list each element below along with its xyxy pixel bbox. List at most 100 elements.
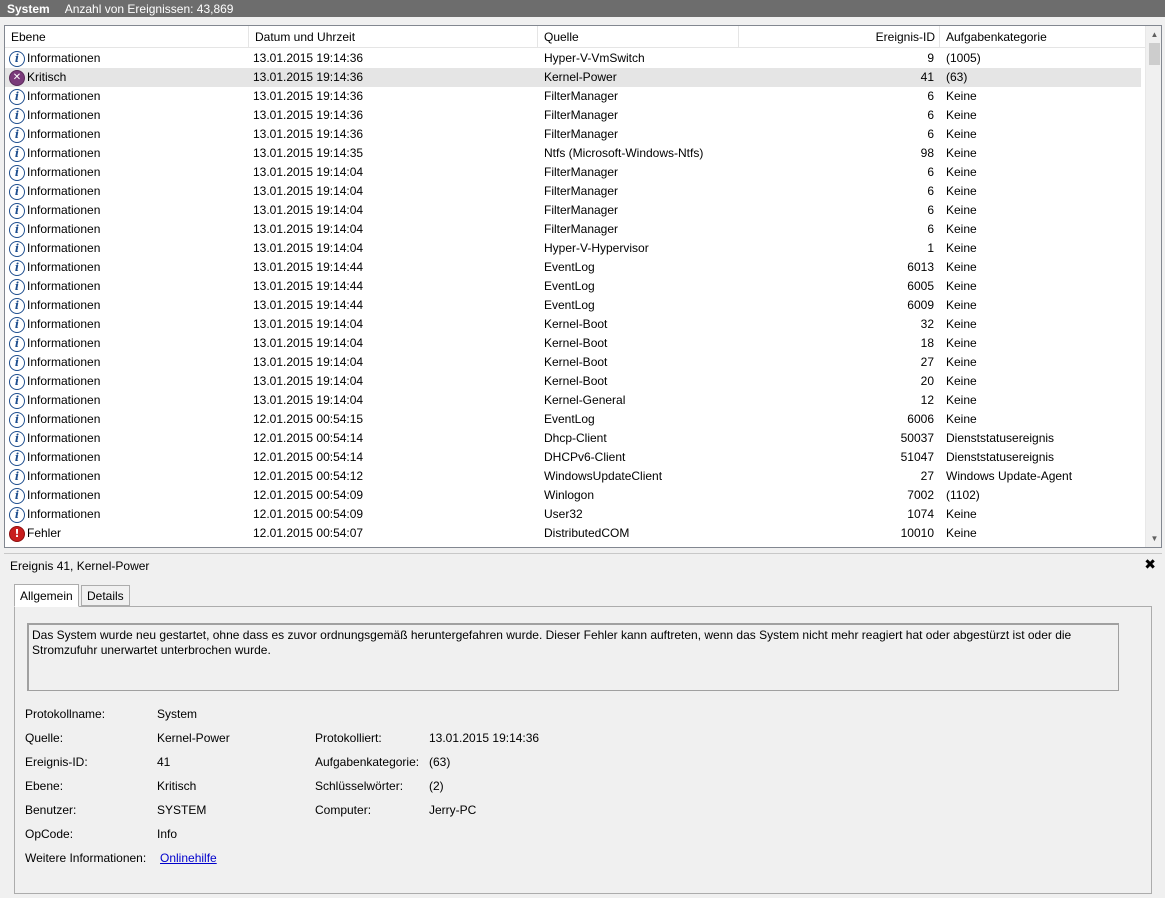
event-id-cell: 6 [927,89,934,103]
column-header-datetime[interactable]: Datum und Uhrzeit [249,26,538,48]
level-cell: i Informationen [9,467,249,486]
column-header-level[interactable]: Ebene [5,26,249,48]
event-id-cell: 6006 [907,412,934,426]
source-cell: EventLog [544,298,595,312]
level-cell: i Informationen [9,353,249,372]
source-cell: Kernel-Boot [544,374,608,388]
close-icon[interactable]: ✖ [1144,556,1156,573]
table-row[interactable]: i Informationen 13.01.2015 19:14:36 Hyper-V… [5,49,1141,68]
datetime-cell: 13.01.2015 19:14:04 [253,374,364,388]
table-row[interactable]: i Informationen 13.01.2015 19:14:36 FilterM… [5,87,1141,106]
keywords-value: (2) [429,779,444,793]
table-row[interactable]: i Informationen 13.01.2015 19:14:04 Hyper-V… [5,239,1141,258]
computer-value: Jerry-PC [429,803,477,817]
level-cell: i Informationen [9,163,249,182]
table-row[interactable]: i Informationen 12.01.2015 00:54:15 EventLo… [5,410,1141,429]
table-row[interactable]: i Informationen 13.01.2015 19:14:04 Kernel-… [5,391,1141,410]
level-text: Informationen [27,89,101,103]
table-row[interactable]: i Informationen 13.01.2015 19:14:35 Ntfs (M… [5,144,1141,163]
table-row[interactable]: i Informationen 12.01.2015 00:54:14 Dhcp-Cl… [5,429,1141,448]
info-icon: i [9,145,25,162]
column-header-source[interactable]: Quelle [538,26,739,48]
datetime-cell: 13.01.2015 19:14:04 [253,184,364,198]
table-row[interactable]: i Informationen 13.01.2015 19:14:36 FilterM… [5,106,1141,125]
source-cell: Kernel-Power [544,70,617,84]
source-cell: FilterManager [544,127,619,141]
level-cell: i Informationen [9,277,249,296]
source-cell: FilterManager [544,108,619,122]
table-row[interactable]: i Informationen 13.01.2015 19:14:44 EventLo… [5,296,1141,315]
table-row[interactable]: i Informationen 13.01.2015 19:14:44 EventLo… [5,258,1141,277]
table-row[interactable]: i Informationen 13.01.2015 19:14:36 FilterM… [5,125,1141,144]
event-id-cell: 6 [927,184,934,198]
scroll-up-icon[interactable]: ▲ [1146,26,1161,43]
table-row[interactable]: ✕ Kritisch 13.01.2015 19:14:36 Kernel-Power… [5,68,1141,87]
source-cell: Kernel-Boot [544,355,608,369]
level-cell: i Informationen [9,505,249,524]
table-row[interactable]: i Informationen 12.01.2015 00:54:14 DHCPv6-… [5,448,1141,467]
datetime-cell: 13.01.2015 19:14:36 [253,70,364,84]
info-icon: i [9,164,25,181]
table-row[interactable]: i Informationen 12.01.2015 00:54:12 Windows… [5,467,1141,486]
datetime-cell: 13.01.2015 19:14:36 [253,51,364,65]
info-icon: i [9,278,25,295]
level-text: Informationen [27,355,101,369]
column-header-task-category[interactable]: Aufgabenkategorie [940,26,1145,48]
source-cell: FilterManager [544,222,619,236]
source-cell: Winlogon [544,488,595,502]
vertical-scrollbar[interactable]: ▲ ▼ [1145,26,1161,547]
task-category-value: (63) [429,755,451,769]
event-list[interactable]: Ebene Datum und Uhrzeit Quelle Ereignis-… [4,25,1162,548]
level-cell: i Informationen [9,486,249,505]
scroll-down-icon[interactable]: ▼ [1146,530,1161,547]
logged-label: Protokolliert: [315,731,382,745]
scroll-thumb[interactable] [1149,43,1160,65]
event-count: Anzahl von Ereignissen: 43,869 [64,1,234,16]
task-category-cell: Keine [946,260,977,274]
level-text: Informationen [27,488,101,502]
level-text: Informationen [27,317,101,331]
table-row[interactable]: i Informationen 13.01.2015 19:14:04 Kernel-… [5,353,1141,372]
table-row[interactable]: i Informationen 13.01.2015 19:14:04 FilterM… [5,201,1141,220]
table-row[interactable]: i Informationen 13.01.2015 19:14:44 EventLo… [5,277,1141,296]
task-category-cell: Keine [946,222,977,236]
table-row[interactable]: i Informationen 12.01.2015 00:54:09 User32 1… [5,505,1141,524]
table-row[interactable]: i Informationen 13.01.2015 19:14:04 Kernel-… [5,372,1141,391]
table-row[interactable]: ! Fehler 12.01.2015 00:54:07 DistributedCOM… [5,524,1141,543]
tab-details[interactable]: Details [81,585,130,606]
info-icon: i [9,50,25,67]
task-category-cell: Keine [946,108,977,122]
table-row[interactable]: i Informationen 13.01.2015 19:14:04 Kernel-… [5,315,1141,334]
level-cell: i Informationen [9,220,249,239]
info-icon: i [9,354,25,371]
level-text: Informationen [27,184,101,198]
online-help-link[interactable]: Onlinehilfe [160,851,217,865]
user-label: Benutzer: [25,803,77,817]
column-header-event-id[interactable]: Ereignis-ID [739,26,940,48]
datetime-cell: 13.01.2015 19:14:04 [253,355,364,369]
level-text: Kritisch [27,70,67,84]
source-cell: Hyper-V-VmSwitch [544,51,645,65]
datetime-cell: 13.01.2015 19:14:04 [253,317,364,331]
source-cell: WindowsUpdateClient [544,469,663,483]
task-category-cell: Keine [946,336,977,350]
event-detail-header: Ereignis 41, Kernel-Power ✖ [4,553,1162,576]
table-row[interactable]: i Informationen 13.01.2015 19:14:04 Kernel-… [5,334,1141,353]
task-category-cell: Keine [946,165,977,179]
tab-general[interactable]: Allgemein [14,584,79,607]
table-row[interactable]: i Informationen 13.01.2015 19:14:04 FilterM… [5,163,1141,182]
table-row[interactable]: i Informationen 12.01.2015 00:54:09 Winlogo… [5,486,1141,505]
source-cell: Kernel-Boot [544,317,608,331]
info-icon: i [9,202,25,219]
task-category-cell: Keine [946,89,977,103]
level-cell: i Informationen [9,258,249,277]
error-icon: ! [9,525,25,542]
event-description[interactable]: Das System wurde neu gestartet, ohne das… [27,623,1119,691]
task-category-cell: (63) [946,70,968,84]
log-name-value: System [157,707,198,721]
table-row[interactable]: i Informationen 13.01.2015 19:14:04 FilterM… [5,220,1141,239]
datetime-cell: 12.01.2015 00:54:12 [253,469,364,483]
table-row[interactable]: i Informationen 13.01.2015 19:14:04 FilterM… [5,182,1141,201]
event-id-cell: 18 [920,336,934,350]
source-value: Kernel-Power [157,731,230,745]
